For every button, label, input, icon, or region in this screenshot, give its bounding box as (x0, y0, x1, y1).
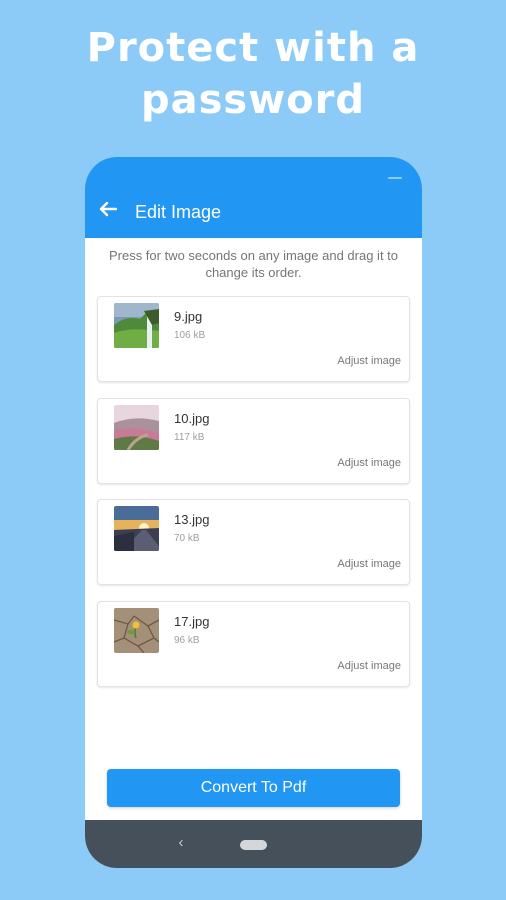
promo-title-line2: password (140, 77, 366, 123)
status-bar-indicator (388, 177, 402, 179)
adjust-image-link[interactable]: Adjust image (337, 355, 401, 367)
arrow-left-icon (99, 201, 118, 222)
nav-back-icon[interactable]: ‹ (173, 834, 189, 852)
image-thumbnail (114, 303, 159, 348)
phone-frame: Edit Image Press for two seconds on any … (85, 157, 422, 868)
sunset-road-thumbnail (114, 506, 159, 551)
promo-title: Protect with a password (0, 22, 506, 126)
file-name: 9.jpg (174, 309, 203, 324)
pink-hills-thumbnail (114, 405, 159, 450)
convert-to-pdf-button[interactable]: Convert To Pdf (107, 769, 400, 807)
file-name: 17.jpg (174, 614, 210, 629)
file-size: 96 kB (174, 635, 200, 646)
page-title: Edit Image (135, 202, 222, 222)
nav-home-pill[interactable] (240, 840, 267, 850)
file-size: 117 kB (174, 432, 205, 443)
file-name: 13.jpg (174, 512, 210, 527)
back-button[interactable] (95, 198, 121, 224)
image-thumbnail (114, 506, 159, 551)
file-name: 10.jpg (174, 411, 210, 426)
image-card-9[interactable]: 9.jpg 106 kB Adjust image (97, 296, 410, 382)
image-card-13[interactable]: 13.jpg 70 kB Adjust image (97, 499, 410, 585)
waterfall-thumbnail (114, 303, 159, 348)
app-bar: Edit Image (85, 157, 422, 238)
adjust-image-link[interactable]: Adjust image (337, 558, 401, 570)
flower-earth-thumbnail (114, 608, 159, 653)
image-card-17[interactable]: 17.jpg 96 kB Adjust image (97, 601, 410, 687)
image-thumbnail (114, 608, 159, 653)
system-nav-bar: ‹ (85, 820, 422, 868)
adjust-image-link[interactable]: Adjust image (337, 660, 401, 672)
image-thumbnail (114, 405, 159, 450)
adjust-image-link[interactable]: Adjust image (337, 457, 401, 469)
instructions-text: Press for two seconds on any image and d… (108, 248, 399, 280)
file-size: 70 kB (174, 533, 200, 544)
file-size: 106 kB (174, 330, 206, 341)
promo-title-line1: Protect with a (86, 25, 420, 71)
image-card-10[interactable]: 10.jpg 117 kB Adjust image (97, 398, 410, 484)
